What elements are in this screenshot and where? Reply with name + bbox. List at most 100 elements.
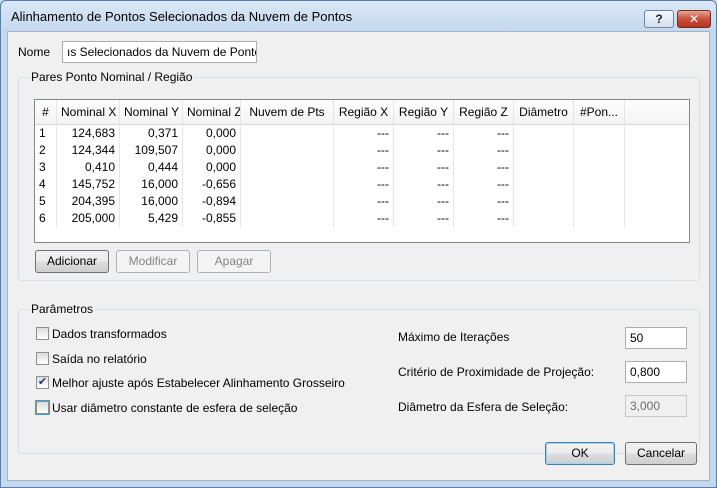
table-row[interactable]: 5 204,395 16,000 -0,894 --- --- --- — [35, 193, 689, 210]
cell — [574, 176, 625, 193]
cell — [574, 142, 625, 159]
cell — [514, 193, 574, 210]
cell: 16,000 — [120, 176, 183, 193]
pairs-table[interactable]: # Nominal X Nominal Y Nominal Z Nuvem de… — [34, 99, 690, 243]
cell — [514, 125, 574, 142]
cell — [241, 125, 334, 142]
cell: 2 — [35, 142, 57, 159]
cell: --- — [454, 176, 514, 193]
cell: 5,429 — [120, 210, 183, 227]
cell: 145,752 — [57, 176, 120, 193]
max-iterations-input[interactable]: 50 — [625, 327, 687, 349]
cell: 0,371 — [120, 125, 183, 142]
cell: --- — [334, 159, 394, 176]
cell: 109,507 — [120, 142, 183, 159]
cell: --- — [394, 142, 454, 159]
cell: --- — [394, 125, 454, 142]
dialog-window: Alinhamento de Pontos Selecionados da Nu… — [0, 0, 717, 488]
cell: --- — [334, 193, 394, 210]
cell — [241, 142, 334, 159]
cell: 0,444 — [120, 159, 183, 176]
best-fit-checkbox[interactable]: ✔ — [36, 376, 49, 389]
add-button[interactable]: Adicionar — [35, 250, 109, 273]
sphere-diameter-label: Diâmetro da Esfera de Seleção: — [398, 400, 569, 414]
cell — [514, 210, 574, 227]
cell: 124,344 — [57, 142, 120, 159]
cell — [241, 210, 334, 227]
cell: 204,395 — [57, 193, 120, 210]
transformed-data-checkbox[interactable] — [36, 327, 49, 340]
cell — [241, 176, 334, 193]
cell — [514, 159, 574, 176]
cell: 124,683 — [57, 125, 120, 142]
max-iterations-label: Máximo de Iterações — [398, 330, 510, 344]
modify-button[interactable]: Modificar — [116, 250, 190, 273]
cell: --- — [454, 125, 514, 142]
cell: 205,000 — [57, 210, 120, 227]
table-row[interactable]: 4 145,752 16,000 -0,656 --- --- --- — [35, 176, 689, 193]
cell — [574, 193, 625, 210]
parameters-group-title: Parâmetros — [29, 302, 96, 316]
cell: 4 — [35, 176, 57, 193]
constant-diameter-checkbox[interactable] — [35, 400, 50, 415]
cell — [574, 159, 625, 176]
cell: --- — [334, 176, 394, 193]
cell — [241, 159, 334, 176]
cell: --- — [334, 125, 394, 142]
delete-button[interactable]: Apagar — [197, 250, 271, 273]
cell: 16,000 — [120, 193, 183, 210]
report-output-label[interactable]: Saída no relatório — [52, 352, 147, 366]
cell — [574, 125, 625, 142]
dialog-body: Nome ıs Selecionados da Nuvem de Pontos … — [7, 31, 710, 481]
column-header[interactable]: # — [35, 100, 57, 125]
table-row[interactable]: 2 124,344 109,507 0,000 --- --- --- — [35, 142, 689, 159]
table-header: # Nominal X Nominal Y Nominal Z Nuvem de… — [35, 100, 689, 125]
cell: 5 — [35, 193, 57, 210]
cell: 0,000 — [183, 142, 241, 159]
title-bar[interactable]: Alinhamento de Pontos Selecionados da Nu… — [1, 1, 716, 31]
column-header[interactable]: Região X — [334, 100, 394, 125]
help-button[interactable]: ? — [644, 10, 674, 28]
column-header[interactable]: Região Z — [454, 100, 514, 125]
cell: -0,855 — [183, 210, 241, 227]
best-fit-label[interactable]: Melhor ajuste após Estabelecer Alinhamen… — [52, 376, 345, 390]
column-header[interactable]: Nominal Z — [183, 100, 241, 125]
sphere-diameter-input[interactable]: 3,000 — [625, 395, 687, 417]
cell: 0,000 — [183, 159, 241, 176]
cell — [574, 210, 625, 227]
checkmark-icon: ✔ — [37, 376, 48, 388]
cell — [241, 193, 334, 210]
name-label: Nome — [18, 45, 51, 59]
column-header[interactable]: #Pon... — [574, 100, 625, 125]
cell — [514, 142, 574, 159]
table-row[interactable]: 6 205,000 5,429 -0,855 --- --- --- — [35, 210, 689, 227]
column-header[interactable]: Nominal Y — [120, 100, 183, 125]
cell: --- — [394, 159, 454, 176]
column-header[interactable]: Nuvem de Pts — [241, 100, 334, 125]
cell: --- — [454, 193, 514, 210]
ok-button[interactable]: OK — [545, 442, 615, 465]
cell: --- — [394, 210, 454, 227]
column-header[interactable]: Região Y — [394, 100, 454, 125]
name-input[interactable]: ıs Selecionados da Nuvem de Pontos 1 — [62, 41, 257, 63]
table-row[interactable]: 3 0,410 0,444 0,000 --- --- --- — [35, 159, 689, 176]
column-header[interactable]: Diâmetro — [514, 100, 574, 125]
cell: -0,894 — [183, 193, 241, 210]
cancel-button[interactable]: Cancelar — [625, 442, 697, 465]
constant-diameter-label[interactable]: Usar diâmetro constante de esfera de sel… — [52, 401, 297, 415]
table-row[interactable]: 1 124,683 0,371 0,000 --- --- --- — [35, 125, 689, 142]
window-title: Alinhamento de Pontos Selecionados da Nu… — [11, 9, 353, 24]
projection-criterion-input[interactable]: 0,800 — [625, 361, 687, 383]
transformed-data-label[interactable]: Dados transformados — [52, 327, 167, 341]
pairs-group-title: Pares Ponto Nominal / Região — [29, 70, 195, 84]
column-header[interactable]: Nominal X — [57, 100, 120, 125]
cell: 0,410 — [57, 159, 120, 176]
cell: --- — [334, 210, 394, 227]
cell: 1 — [35, 125, 57, 142]
cell: 0,000 — [183, 125, 241, 142]
cell: --- — [334, 142, 394, 159]
close-button[interactable]: ✕ — [677, 10, 711, 28]
report-output-checkbox[interactable] — [36, 352, 49, 365]
cell — [514, 176, 574, 193]
cell: -0,656 — [183, 176, 241, 193]
